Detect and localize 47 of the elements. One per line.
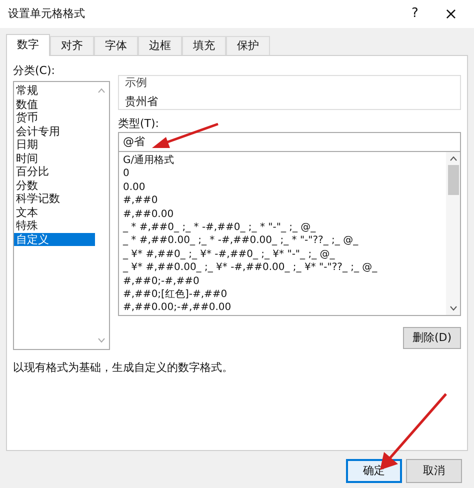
window-title: 设置单元格格式 xyxy=(8,6,86,22)
category-item[interactable]: 货币 xyxy=(14,111,95,124)
category-item[interactable]: 会计专用 xyxy=(14,124,95,138)
format-item[interactable]: #,##0 xyxy=(123,194,446,208)
category-item[interactable]: 常规 xyxy=(14,84,95,98)
format-item[interactable]: #,##0;[红色]-#,##0 xyxy=(123,288,446,302)
format-item[interactable]: 0.00 xyxy=(123,180,446,194)
category-item[interactable]: 百分比 xyxy=(14,165,95,178)
format-item[interactable]: #,##0;-#,##0 xyxy=(123,274,446,288)
format-item[interactable]: 0 xyxy=(123,167,446,181)
category-item[interactable]: 文本 xyxy=(14,206,95,219)
tab[interactable]: 填充 xyxy=(182,36,226,55)
category-item[interactable]: 科学记数 xyxy=(14,192,95,206)
format-item[interactable]: _ ¥* #,##0.00_ ;_ ¥* -#,##0.00_ ;_ ¥* "-"??_ ;_ @_ xyxy=(123,261,446,275)
format-item[interactable]: _ * #,##0.00_ ;_ * -#,##0.00_ ;_ * "-"??_ ;_ @_ xyxy=(123,234,446,248)
category-list[interactable]: 常规 数值 货币 会计专用 日期 时间 百分比 分数 科学记数 文本 特殊 自定义 xyxy=(13,81,110,350)
tab[interactable]: 字体 xyxy=(94,36,138,55)
format-list[interactable] xyxy=(118,152,461,316)
close-button[interactable]: × xyxy=(436,2,466,26)
format-item[interactable]: #,##0.00;-#,##0.00 xyxy=(123,301,446,315)
category-label: 分类(C): xyxy=(13,63,56,79)
scroll-down-icon[interactable] xyxy=(450,306,456,311)
help-button[interactable]: ? xyxy=(400,4,430,24)
tab[interactable]: 边框 xyxy=(138,36,182,55)
format-item[interactable]: #,##0.00 xyxy=(123,208,446,221)
category-item[interactable]: 数值 xyxy=(14,98,95,111)
tab[interactable]: 数字 xyxy=(6,34,50,56)
tab[interactable]: 保护 xyxy=(226,36,270,55)
type-label: 类型(T): xyxy=(118,116,160,132)
category-item[interactable]: 日期 xyxy=(14,138,95,152)
format-item[interactable]: G/通用格式 xyxy=(123,154,446,168)
sample-label: 示例 xyxy=(125,76,148,89)
tab[interactable]: 对齐 xyxy=(50,36,94,55)
format-item[interactable]: _ ¥* #,##0_ ;_ ¥* -#,##0_ ;_ ¥* "-"_ ;_ @_ xyxy=(123,248,446,262)
format-item[interactable]: _ * #,##0_ ;_ * -#,##0_ ;_ * "-"_ ;_ @_ xyxy=(123,220,446,234)
category-item[interactable]: 时间 xyxy=(14,152,95,165)
category-item[interactable]: 自定义 xyxy=(14,232,95,246)
scroll-thumb[interactable] xyxy=(448,165,458,195)
type-field[interactable]: @省 xyxy=(118,132,461,152)
category-item[interactable]: 分数 xyxy=(14,178,95,192)
delete-button[interactable]: 删除(D) xyxy=(403,327,461,349)
scrollbar[interactable] xyxy=(446,152,460,315)
sample-value: 贵州省 xyxy=(125,95,159,108)
category-item[interactable]: 特殊 xyxy=(14,219,95,232)
dialog-button[interactable]: 取消 xyxy=(406,459,462,483)
scroll-up-icon[interactable] xyxy=(450,156,456,161)
description-text: 以现有格式为基础，生成自定义的数字格式。 xyxy=(13,360,234,376)
